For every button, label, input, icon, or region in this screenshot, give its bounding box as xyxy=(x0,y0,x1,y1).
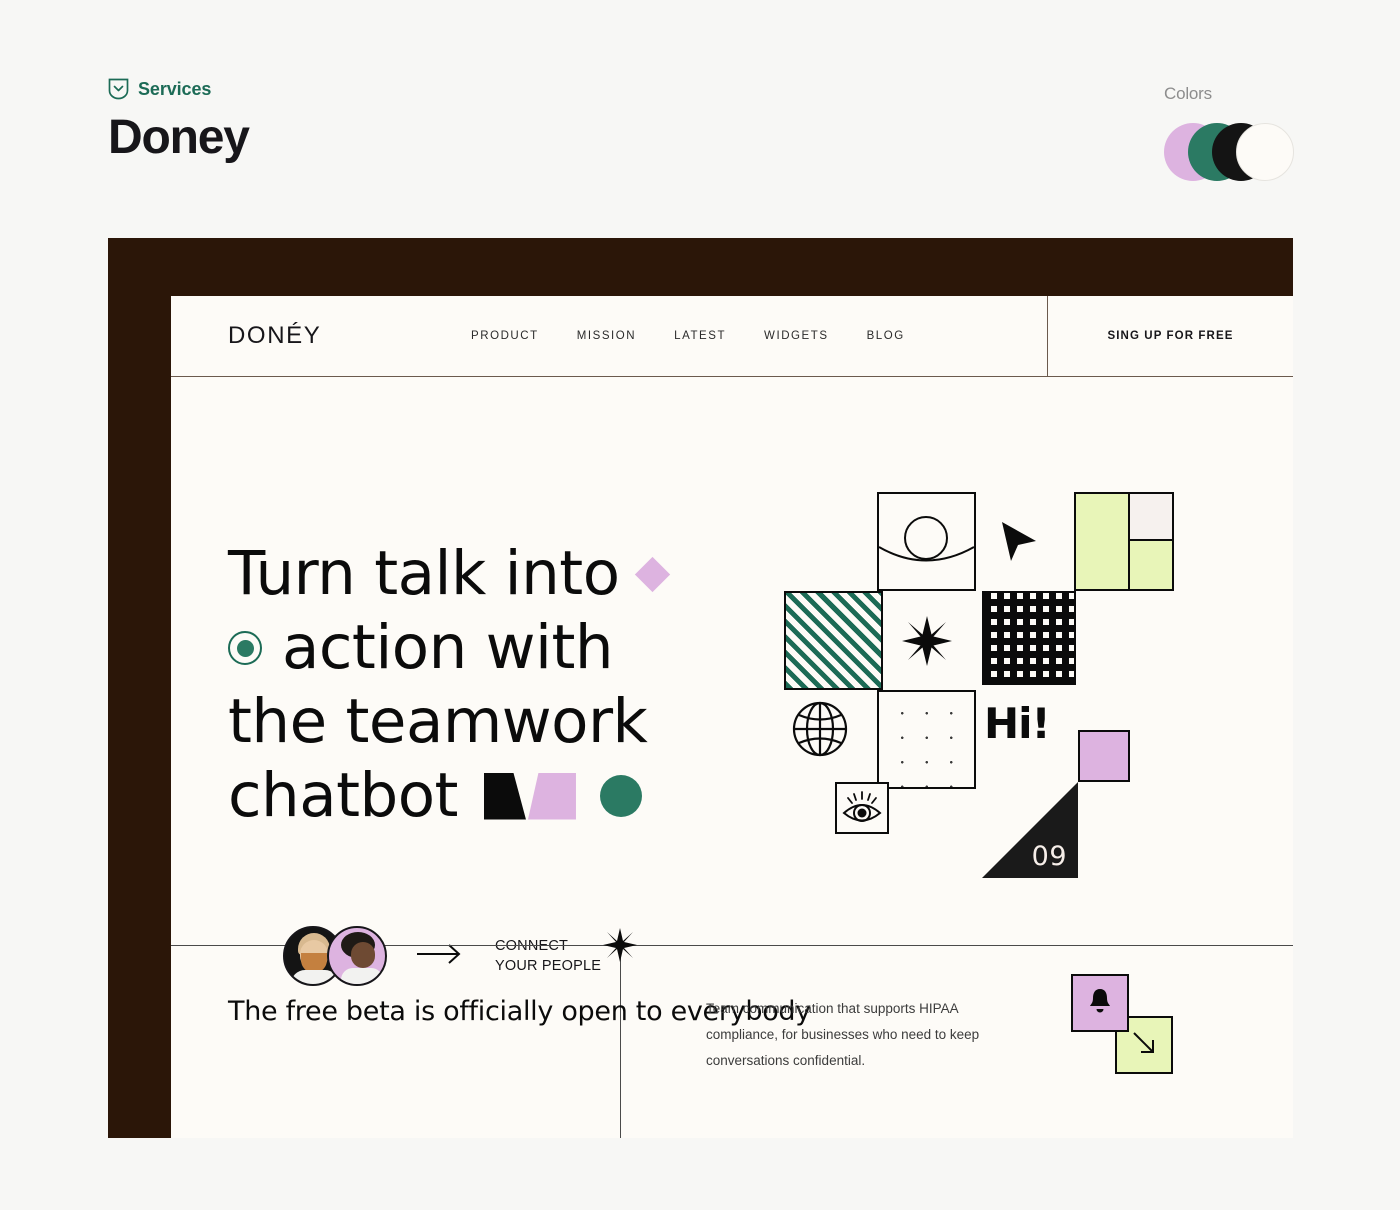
hero-section: Turn talk into action with the teamwork … xyxy=(171,377,1293,986)
nav-item-product[interactable]: PRODUCT xyxy=(471,330,539,342)
headline-text-4: chatbot xyxy=(228,760,458,831)
bell-icon xyxy=(1087,987,1113,1020)
mockup-frame: DONÉY PRODUCT MISSION LATEST WIDGETS BLO… xyxy=(108,238,1293,1138)
number-label: 09 xyxy=(1031,841,1067,872)
green-block-top-white xyxy=(1129,494,1172,542)
number-triangle-tile: 09 xyxy=(982,782,1078,878)
color-swatch-white xyxy=(1236,123,1294,181)
green-block-left xyxy=(1076,494,1130,589)
headline-text-3: the teamwork xyxy=(228,686,648,757)
teal-circle-shape xyxy=(599,775,642,817)
headline-line-3: the teamwork xyxy=(228,685,665,759)
target-dot-icon xyxy=(228,631,262,665)
bell-tile xyxy=(1071,974,1129,1032)
green-block-group xyxy=(1074,492,1174,591)
site-logo[interactable]: DONÉY xyxy=(171,296,471,376)
bottom-body-text: Team communication that supports HIPAA c… xyxy=(706,1001,980,1068)
nav-item-latest[interactable]: LATEST xyxy=(674,330,726,342)
services-tag: Services xyxy=(108,78,249,100)
headline-line-4: chatbot xyxy=(228,759,665,833)
bottom-tile-group xyxy=(1071,974,1191,1084)
avatar-person-2 xyxy=(327,926,387,986)
circle-arc-icon xyxy=(877,492,976,591)
greeting-text: Hi! xyxy=(984,699,1051,748)
headline-text-1: Turn talk into xyxy=(228,538,620,609)
headline-text-2: action with xyxy=(282,612,614,683)
hero-collage: Hi! 09 xyxy=(784,492,1184,902)
color-swatch-group xyxy=(1164,123,1294,181)
nav-item-blog[interactable]: BLOG xyxy=(867,330,905,342)
diamond-shape-icon xyxy=(634,556,670,592)
services-label: Services xyxy=(138,78,212,99)
nav-item-mission[interactable]: MISSION xyxy=(577,330,636,342)
star-icon xyxy=(877,591,976,690)
page-root: Services Doney Colors DONÉY PRODUCT MISS… xyxy=(0,0,1400,1210)
purple-square-tile xyxy=(1078,730,1130,782)
eye-icon xyxy=(835,782,889,834)
website-canvas: DONÉY PRODUCT MISSION LATEST WIDGETS BLO… xyxy=(171,296,1293,1138)
globe-icon xyxy=(791,700,849,758)
dot-grid-tile xyxy=(877,690,976,789)
signup-button[interactable]: SING UP FOR FREE xyxy=(1047,296,1293,376)
hero-headline: Turn talk into action with the teamwork … xyxy=(228,537,670,833)
nav-links: PRODUCT MISSION LATEST WIDGETS BLOG xyxy=(471,296,1047,376)
purple-trapezoid-shape xyxy=(527,772,576,820)
black-trapezoid-shape xyxy=(483,772,526,820)
green-block-right xyxy=(1129,494,1172,589)
green-block-bottom-lime xyxy=(1129,541,1172,589)
page-meta-left: Services Doney xyxy=(108,78,250,164)
nav-item-widgets[interactable]: WIDGETS xyxy=(764,330,829,342)
cursor-icon xyxy=(989,514,1044,569)
page-meta-right: Colors xyxy=(1164,84,1294,181)
diagonal-stripes-tile xyxy=(784,591,883,690)
page-title: Doney xyxy=(108,111,250,164)
arrow-down-right-icon xyxy=(1130,1029,1158,1062)
colors-label: Colors xyxy=(1164,84,1212,103)
headline-line-2: action with xyxy=(228,611,665,685)
checkered-grid-tile xyxy=(982,591,1076,685)
shield-chevron-icon xyxy=(108,78,129,100)
site-navbar: DONÉY PRODUCT MISSION LATEST WIDGETS BLO… xyxy=(171,296,1293,377)
headline-line-1: Turn talk into xyxy=(228,537,670,611)
